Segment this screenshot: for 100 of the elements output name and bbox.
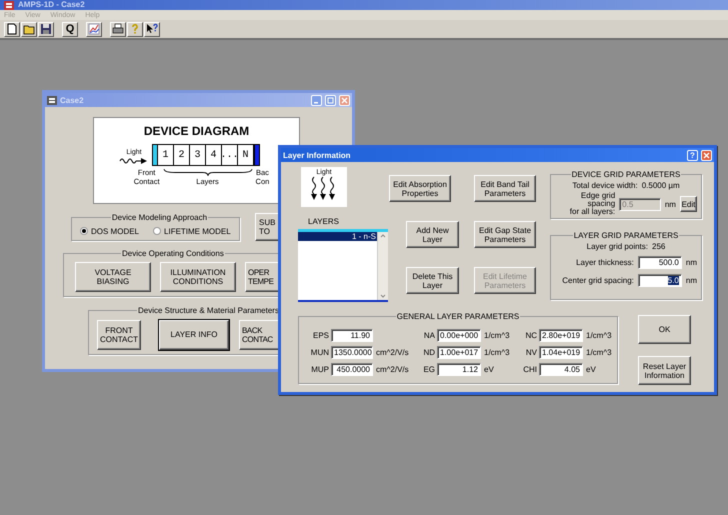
unit-label: eV — [483, 364, 495, 374]
back-contact-bar — [254, 144, 260, 166]
parameter-label: EPS — [312, 330, 330, 340]
parameter-label: NC — [524, 330, 538, 340]
field-value: 256 — [652, 242, 666, 251]
unit-label: cm^2/V/s — [375, 348, 410, 356]
layer-cell: 1 — [158, 144, 174, 166]
unit-label: 1/cm^3 — [585, 330, 613, 340]
parameter-label: ND — [422, 348, 436, 356]
radio-button[interactable] — [80, 227, 88, 235]
window-title: Layer Information — [283, 150, 352, 160]
input-field[interactable]: 5.0 — [638, 274, 682, 287]
group-label: Device Operating Conditions — [121, 249, 225, 258]
window-icon — [47, 96, 57, 104]
maximize-icon — [327, 96, 334, 104]
unit-label: nm — [664, 200, 676, 208]
printer-icon — [112, 23, 124, 35]
input-field[interactable]: 1.00e+017 — [437, 346, 481, 358]
help-button[interactable]: ? — [687, 150, 698, 160]
reset-button[interactable]: Reset Layer Information — [638, 356, 691, 385]
layer-cell: 4 — [206, 144, 222, 166]
field-label: Layer grid points: — [586, 242, 648, 250]
radio-label: LIFETIME MODEL — [164, 226, 231, 236]
scroll-down-icon — [378, 292, 388, 300]
group-label: GENERAL LAYER PARAMETERS — [396, 312, 520, 321]
action-button[interactable]: Add New Layer — [406, 221, 459, 248]
parameter-label: NV — [524, 348, 538, 356]
window-title: Case2 — [60, 96, 85, 104]
structure-button[interactable]: FRONT CONTACT — [97, 320, 141, 350]
group-label: LAYER GRID PARAMETERS — [572, 231, 680, 240]
ok-button[interactable]: OK — [638, 315, 691, 344]
toolbar-button[interactable]: Q — [62, 22, 78, 36]
field-value: 0.5000 µm — [642, 181, 680, 190]
conditions-button[interactable]: ILLUMINATION CONDITIONS — [160, 262, 236, 292]
input-field[interactable]: 0.00e+000 — [437, 328, 481, 342]
layer-cell: 3 — [190, 144, 206, 166]
scrollbar[interactable] — [377, 232, 388, 300]
toolbar-button[interactable] — [4, 22, 20, 36]
toolbar-button[interactable] — [144, 22, 160, 36]
radio-label: DOS MODEL — [91, 226, 140, 236]
app-icon — [4, 0, 14, 10]
help-icon — [129, 23, 141, 35]
close-icon — [341, 96, 348, 104]
unit-label: eV — [585, 364, 597, 374]
save-icon — [40, 23, 52, 35]
field-label: Layer thickness: — [576, 258, 634, 266]
parameter-label: MUN — [310, 348, 330, 356]
structure-button[interactable]: LAYER INFO — [159, 320, 229, 350]
edit-button[interactable]: Edit — [680, 196, 697, 212]
field-label: Edge grid spacing for all layers: — [568, 192, 616, 216]
light-rays-icon — [310, 176, 338, 202]
input-field[interactable]: 1.04e+019 — [539, 346, 583, 358]
layers-list[interactable]: 1 - n-S — [298, 229, 388, 302]
radio-button[interactable] — [153, 227, 162, 235]
unit-label: cm^2/V/s — [375, 364, 410, 374]
input-field[interactable]: 450.0000 — [331, 362, 373, 376]
toolbar-button[interactable] — [21, 22, 37, 36]
minimize-button[interactable] — [311, 94, 322, 106]
unit-label: nm — [686, 276, 697, 285]
action-button[interactable]: Edit Absorption Properties — [389, 175, 451, 202]
group-label: Device Structure & Material Parameters — [137, 306, 280, 315]
input-field[interactable]: 1.12 — [437, 362, 481, 376]
action-button[interactable]: Edit Band Tail Parameters — [474, 175, 536, 202]
parameter-label: NA — [422, 330, 436, 340]
group-label: Device Modeling Approach — [110, 213, 208, 222]
wavy-arrow-icon — [119, 156, 149, 166]
toolbar-button[interactable] — [86, 22, 102, 36]
group-label: DEVICE GRID PARAMETERS — [570, 170, 682, 179]
new-file-icon — [6, 23, 18, 35]
maximize-button[interactable] — [325, 94, 336, 106]
scroll-up-icon — [378, 232, 388, 240]
input-field[interactable]: 500.0 — [638, 256, 682, 269]
chart-icon — [88, 23, 100, 35]
input-field[interactable]: 2.80e+019 — [539, 328, 583, 342]
toolbar-button[interactable] — [110, 22, 126, 36]
layers-label: LAYERS — [308, 217, 339, 226]
input-field[interactable]: 11.90 — [331, 328, 373, 342]
diagram-title: DEVICE DIAGRAM — [144, 124, 250, 138]
parameter-label: EG — [422, 364, 436, 374]
unit-label: 1/cm^3 — [483, 348, 511, 356]
close-icon — [703, 152, 710, 158]
toolbar-button[interactable] — [127, 22, 143, 36]
layer-cell: 2 — [174, 144, 190, 166]
app-title: AMPS-1D - Case2 — [18, 0, 85, 10]
field-label: Total device width: — [572, 182, 638, 190]
action-button[interactable]: Delete This Layer — [406, 267, 459, 294]
action-button[interactable]: Edit Gap State Parameters — [474, 221, 536, 248]
input-field[interactable]: 1350.0000 — [331, 346, 373, 358]
unit-label: nm — [686, 258, 697, 267]
field-label: Center grid spacing: — [562, 276, 634, 284]
close-button[interactable] — [701, 150, 712, 160]
unit-label: 1/cm^3 — [483, 330, 511, 340]
input-field[interactable]: 4.05 — [539, 362, 583, 376]
conditions-button[interactable]: VOLTAGE BIASING — [75, 262, 151, 292]
unit-label: 1/cm^3 — [585, 348, 613, 356]
front-contact-bar — [152, 144, 158, 166]
list-item[interactable]: 1 - n-S — [298, 232, 377, 241]
parameter-label: MUP — [310, 364, 330, 374]
toolbar-button[interactable] — [38, 22, 54, 36]
pointer-help-icon — [146, 23, 158, 35]
